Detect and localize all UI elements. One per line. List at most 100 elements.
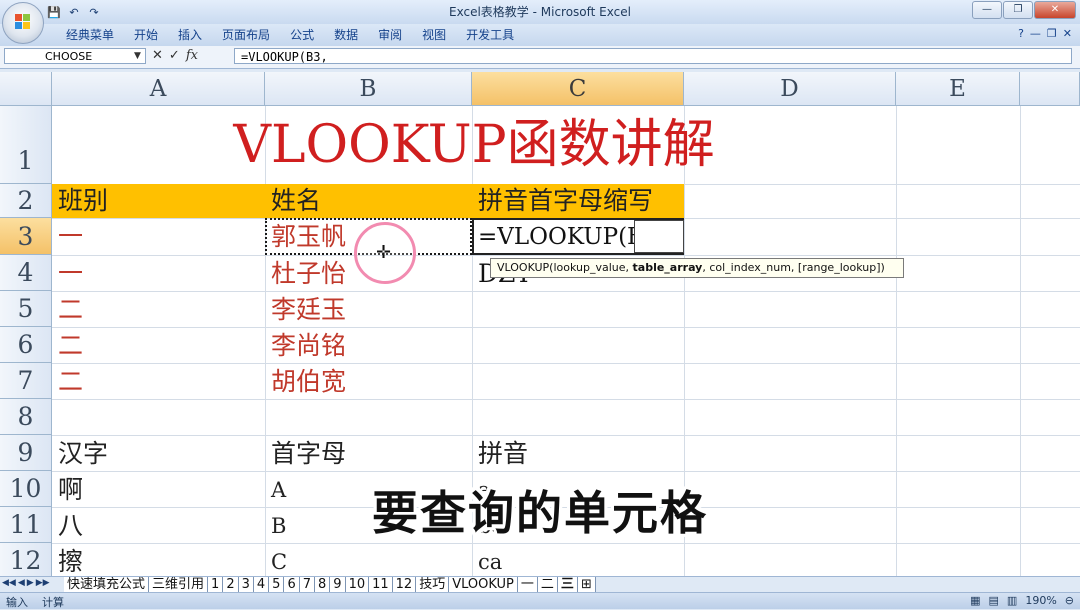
sheet-tab[interactable]: 1 xyxy=(208,577,224,592)
gridline xyxy=(52,363,1080,364)
sheet-tab[interactable]: 二 xyxy=(537,577,558,592)
cell-b7[interactable]: 胡伯宽 xyxy=(265,365,346,399)
enter-icon[interactable]: ✓ xyxy=(169,48,180,63)
cell-c12[interactable]: ca xyxy=(472,545,502,576)
restore-workbook-icon[interactable]: ❐ xyxy=(1047,27,1057,40)
function-tooltip[interactable]: VLOOKUP(lookup_value, table_array, col_i… xyxy=(490,258,904,278)
first-sheet-icon[interactable]: ◀◀ xyxy=(2,578,16,588)
column-header-b[interactable]: B xyxy=(265,72,472,106)
page-break-view-icon[interactable]: ▥ xyxy=(1007,594,1017,607)
gridline xyxy=(52,255,1080,256)
header-name[interactable]: 姓名 xyxy=(265,184,472,218)
select-all-corner[interactable] xyxy=(0,72,52,106)
sheet-tab[interactable]: 9 xyxy=(330,577,346,592)
minimize-button[interactable]: — xyxy=(972,1,1002,19)
menu-insert[interactable]: 插入 xyxy=(168,27,212,43)
column-header-a[interactable]: A xyxy=(52,72,265,106)
normal-view-icon[interactable]: ▦ xyxy=(970,594,980,607)
row-header-8[interactable]: 8 xyxy=(0,399,52,435)
row-header-9[interactable]: 9 xyxy=(0,435,52,471)
menu-page-layout[interactable]: 页面布局 xyxy=(212,27,280,43)
sheet-tab[interactable]: 2 xyxy=(223,577,239,592)
column-header-c[interactable]: C xyxy=(472,72,684,106)
sheet-tab[interactable]: 11 xyxy=(369,577,393,592)
cell-a4[interactable]: 一 xyxy=(52,257,83,291)
close-button[interactable]: ✕ xyxy=(1034,1,1076,19)
ribbon-controls: ? — ❐ ✕ xyxy=(1018,27,1072,40)
cell-b5[interactable]: 李廷玉 xyxy=(265,293,346,327)
cell-b12[interactable]: C xyxy=(265,545,287,576)
menu-developer[interactable]: 开发工具 xyxy=(456,27,524,43)
cell-a3[interactable]: 一 xyxy=(52,220,83,254)
name-box[interactable]: CHOOSE xyxy=(4,48,146,64)
cancel-icon[interactable]: ✕ xyxy=(152,48,163,63)
row-header-7[interactable]: 7 xyxy=(0,363,52,399)
cell-b3[interactable]: 郭玉帆 xyxy=(265,220,346,254)
sheet-tab[interactable]: VLOOKUP xyxy=(449,577,518,592)
restore-button[interactable]: ❐ xyxy=(1003,1,1033,19)
sheet-tab[interactable]: 技巧 xyxy=(416,577,450,592)
zoom-out-icon[interactable]: ⊖ xyxy=(1065,594,1074,607)
cursor-crosshair-icon: ✛ xyxy=(376,242,392,263)
tooltip-current-arg[interactable]: table_array xyxy=(633,261,703,274)
page-layout-view-icon[interactable]: ▤ xyxy=(989,594,999,607)
cell-a6[interactable]: 二 xyxy=(52,329,83,363)
header-class[interactable]: 班别 xyxy=(52,184,265,218)
row-header-6[interactable]: 6 xyxy=(0,327,52,363)
cell-a9[interactable]: 汉字 xyxy=(52,437,108,471)
office-button[interactable] xyxy=(2,2,44,44)
row-header-2[interactable]: 2 xyxy=(0,184,52,218)
row-header-3[interactable]: 3 xyxy=(0,218,52,255)
menu-view[interactable]: 视图 xyxy=(412,27,456,43)
worksheet-grid[interactable]: A B C D E 1 2 3 4 5 6 7 8 9 10 11 12 VLO… xyxy=(0,72,1080,576)
tab-navigation: ◀◀ ◀ ▶ ▶▶ xyxy=(2,578,50,588)
cell-a7[interactable]: 二 xyxy=(52,365,83,399)
video-caption: 要查询的单元格 xyxy=(372,486,708,540)
menu-home[interactable]: 开始 xyxy=(124,27,168,43)
menu-bar: 经典菜单 开始 插入 页面布局 公式 数据 审阅 视图 开发工具 ? — ❐ ✕ xyxy=(0,24,1080,47)
row-header-5[interactable]: 5 xyxy=(0,291,52,327)
cell-b9[interactable]: 首字母 xyxy=(265,437,346,471)
cell-b4[interactable]: 杜子怡 xyxy=(265,257,346,291)
cell-a12[interactable]: 擦 xyxy=(52,545,83,576)
cell-b6[interactable]: 李尚铭 xyxy=(265,329,346,363)
column-header-f[interactable] xyxy=(1020,72,1080,106)
sheet-tab[interactable]: 三维引用 xyxy=(149,577,209,592)
sheet-tab[interactable]: 4 xyxy=(253,577,270,592)
sheet-title[interactable]: VLOOKUP函数讲解 xyxy=(52,110,896,180)
menu-review[interactable]: 审阅 xyxy=(368,27,412,43)
formula-buttons: ✕ ✓ fx xyxy=(152,48,198,63)
help-icon[interactable]: ? xyxy=(1018,27,1024,40)
sheet-tab[interactable]: 10 xyxy=(345,577,370,592)
sheet-tab[interactable]: 8 xyxy=(315,577,331,592)
sheet-tab[interactable]: 快速填充公式 xyxy=(64,577,150,592)
row-header-4[interactable]: 4 xyxy=(0,255,52,291)
next-sheet-icon[interactable]: ▶ xyxy=(27,578,34,588)
sheet-tab[interactable]: 3 xyxy=(238,577,254,592)
sheet-tab[interactable]: 7 xyxy=(299,577,315,592)
zoom-level[interactable]: 190% xyxy=(1025,594,1056,607)
sheet-tab[interactable]: 6 xyxy=(284,577,300,592)
row-header-12[interactable]: 12 xyxy=(0,543,52,576)
minimize-workbook-icon[interactable]: — xyxy=(1030,27,1041,40)
last-sheet-icon[interactable]: ▶▶ xyxy=(36,578,50,588)
cell-a5[interactable]: 二 xyxy=(52,293,83,327)
sheet-tab-active[interactable]: 三 xyxy=(557,577,578,592)
prev-sheet-icon[interactable]: ◀ xyxy=(18,578,25,588)
sheet-tab[interactable]: 一 xyxy=(517,577,538,592)
chevron-down-icon[interactable]: ▼ xyxy=(134,48,141,64)
insert-sheet-icon[interactable]: ⊞ xyxy=(577,577,596,592)
column-header-d[interactable]: D xyxy=(684,72,896,106)
header-initials[interactable]: 拼音首字母缩写 xyxy=(472,184,684,218)
insert-function-icon[interactable]: fx xyxy=(186,48,198,63)
menu-classic[interactable]: 经典菜单 xyxy=(56,27,124,43)
sheet-tab[interactable]: 5 xyxy=(269,577,285,592)
sheet-tab[interactable]: 12 xyxy=(392,577,417,592)
menu-formulas[interactable]: 公式 xyxy=(280,27,324,43)
cell-c9[interactable]: 拼音 xyxy=(472,437,528,471)
formula-input[interactable]: =VLOOKUP(B3, xyxy=(234,48,1072,64)
close-workbook-icon[interactable]: ✕ xyxy=(1063,27,1072,40)
row-header-1[interactable]: 1 xyxy=(0,106,52,184)
menu-data[interactable]: 数据 xyxy=(324,27,368,43)
column-header-e[interactable]: E xyxy=(896,72,1020,106)
